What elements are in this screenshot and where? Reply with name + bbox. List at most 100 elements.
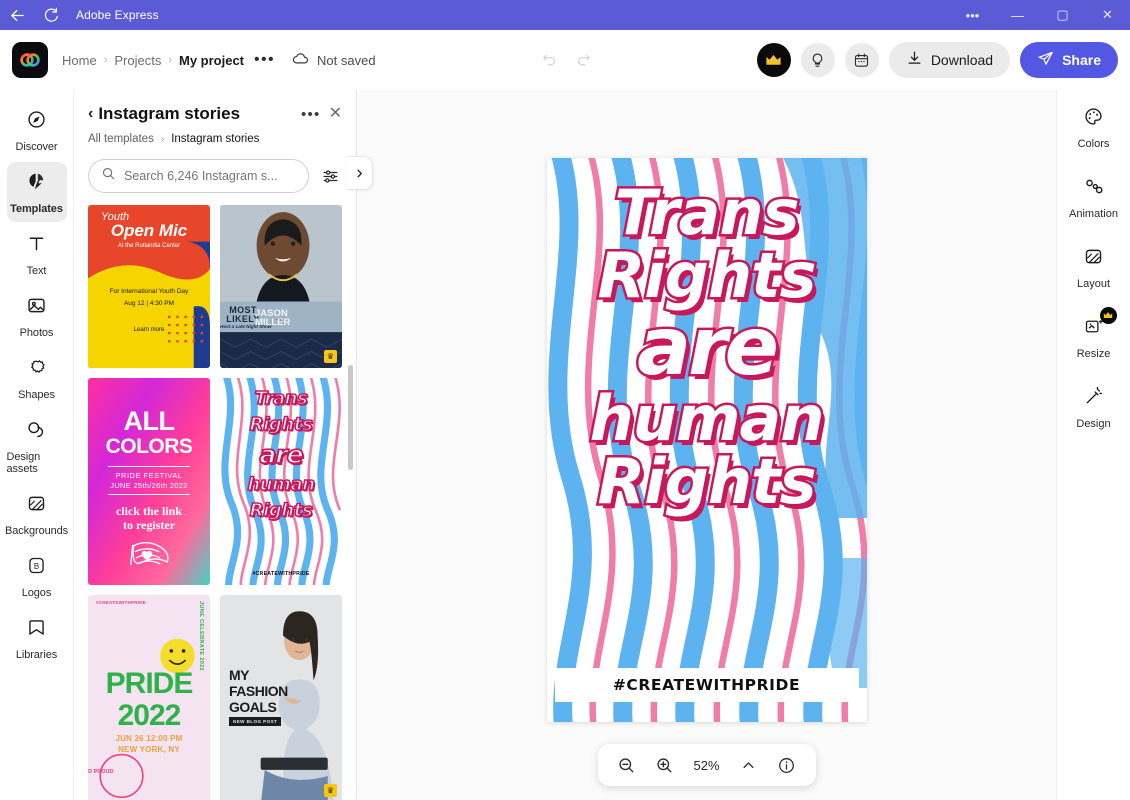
sidebar-item-shapes[interactable]: Shapes bbox=[7, 348, 67, 408]
premium-crown-button[interactable] bbox=[756, 43, 791, 77]
sidebar-label-logos: Logos bbox=[21, 587, 52, 599]
artwork-line-3: are bbox=[635, 300, 782, 394]
share-button[interactable]: Share bbox=[1020, 42, 1118, 78]
right-sidebar-item-animation[interactable]: Animation bbox=[1063, 170, 1125, 226]
breadcrumb-current-project[interactable]: My project bbox=[179, 53, 244, 68]
svg-text:B: B bbox=[34, 562, 39, 571]
template-text: JUNE 25th/26th 2022 bbox=[110, 481, 188, 490]
palette-icon bbox=[1083, 106, 1104, 132]
sidebar-item-photos[interactable]: Photos bbox=[7, 286, 67, 346]
templates-grid-wrapper: Youth Open Mic At the Rutlandia Center F… bbox=[74, 193, 356, 800]
right-sidebar-item-resize[interactable]: Resize bbox=[1063, 307, 1125, 366]
panel-close-button[interactable]: ✕ bbox=[329, 106, 342, 122]
template-text: For International Youth Day bbox=[109, 288, 189, 295]
search-box[interactable] bbox=[88, 159, 309, 193]
panel-more-button[interactable]: ••• bbox=[301, 106, 321, 123]
app-body: Discover Templates Text Photos Shapes De… bbox=[0, 90, 1130, 800]
artboard[interactable]: Trans Rights are human Rights #CREATEWIT… bbox=[546, 158, 867, 722]
cloud-icon bbox=[291, 49, 310, 71]
window-close-button[interactable]: ✕ bbox=[1085, 0, 1130, 30]
right-sidebar-item-design[interactable]: Design bbox=[1063, 380, 1125, 436]
info-icon[interactable] bbox=[776, 754, 798, 776]
search-input[interactable] bbox=[124, 169, 296, 183]
template-card-most-likely[interactable]: MOST LIKELY to Host a Late Night Show → … bbox=[220, 205, 342, 368]
right-sidebar-item-layout[interactable]: Layout bbox=[1063, 240, 1125, 296]
compass-icon bbox=[26, 109, 47, 135]
template-card-all-colors[interactable]: ALL COLORS PRIDE FESTIVAL JUNE 25th/26th… bbox=[88, 378, 210, 585]
sidebar-item-templates[interactable]: Templates bbox=[6, 162, 67, 222]
window-maximize-button[interactable]: ▢ bbox=[1040, 0, 1085, 30]
template-text: LOUD PROUD bbox=[88, 769, 114, 775]
templates-icon bbox=[26, 171, 47, 197]
calendar-schedule-button[interactable] bbox=[844, 43, 879, 77]
panel-expand-button[interactable] bbox=[347, 156, 373, 190]
template-text: Learn more bbox=[133, 327, 165, 333]
redo-icon[interactable] bbox=[570, 46, 598, 74]
adobe-express-window: Adobe Express ••• — ▢ ✕ Home › Projects … bbox=[0, 0, 1130, 800]
artwork-tagline: #CREATEWITHPRIDE bbox=[612, 676, 801, 694]
breadcrumb-separator: › bbox=[168, 54, 172, 66]
window-minimize-button[interactable]: — bbox=[995, 0, 1040, 30]
window-titlebar: Adobe Express ••• — ▢ ✕ bbox=[0, 0, 1130, 30]
template-text: At the Rutlandia Center bbox=[117, 243, 181, 249]
template-text: Rights bbox=[249, 499, 314, 522]
undo-icon[interactable] bbox=[536, 46, 564, 74]
chevron-up-icon[interactable] bbox=[738, 754, 760, 776]
breadcrumb-home[interactable]: Home bbox=[62, 53, 97, 68]
sidebar-item-design-assets[interactable]: Design assets bbox=[7, 410, 67, 482]
zoom-toolbar: 52% bbox=[597, 744, 816, 786]
template-card-youth-open-mic[interactable]: Youth Open Mic At the Rutlandia Center F… bbox=[88, 205, 210, 368]
download-label: Download bbox=[930, 52, 994, 68]
backgrounds-icon bbox=[26, 493, 47, 519]
libraries-icon bbox=[26, 617, 47, 643]
sidebar-item-backgrounds[interactable]: Backgrounds bbox=[5, 484, 68, 544]
sidebar-label-photos: Photos bbox=[19, 327, 54, 339]
canvas-area[interactable]: Trans Rights are human Rights #CREATEWIT… bbox=[357, 90, 1056, 800]
breadcrumb-separator: › bbox=[103, 54, 108, 66]
text-icon bbox=[26, 233, 47, 259]
sidebar-item-logos[interactable]: B Logos bbox=[7, 546, 67, 606]
divider bbox=[108, 466, 190, 467]
filter-sliders-icon[interactable] bbox=[318, 164, 342, 188]
template-text: human bbox=[247, 473, 316, 496]
right-sidebar-item-colors[interactable]: Colors bbox=[1063, 100, 1125, 156]
chevron-left-icon[interactable]: ‹ bbox=[88, 105, 93, 123]
sidebar-item-discover[interactable]: Discover bbox=[7, 100, 67, 160]
download-button[interactable]: Download bbox=[888, 42, 1011, 78]
divider bbox=[108, 494, 190, 495]
shapes-icon bbox=[26, 357, 47, 383]
template-text: MY bbox=[229, 667, 250, 683]
ideas-lightbulb-button[interactable] bbox=[800, 43, 835, 77]
panel-search-row bbox=[88, 159, 342, 193]
back-arrow-icon[interactable] bbox=[0, 0, 34, 30]
template-card-trans-rights[interactable]: Trans Rights are human Rights #CREATEWIT… bbox=[220, 378, 342, 585]
template-text: PRIDE bbox=[105, 667, 194, 700]
window-title: Adobe Express bbox=[76, 8, 159, 22]
template-text: are bbox=[259, 439, 305, 470]
zoom-level-value[interactable]: 52% bbox=[692, 758, 722, 773]
template-card-pride-2022[interactable]: #CREATEWITHPRIDE JUNE CELEBRATE 2022 PRI… bbox=[88, 595, 210, 800]
animation-icon bbox=[1083, 176, 1104, 202]
template-text: 2022 bbox=[117, 699, 182, 732]
save-status-text: Not saved bbox=[317, 52, 376, 68]
artwork-line-4: human bbox=[587, 381, 827, 455]
window-more-button[interactable]: ••• bbox=[950, 0, 995, 30]
template-text: #CREATEWITHPRIDE bbox=[252, 571, 310, 577]
sidebar-label-discover: Discover bbox=[15, 141, 58, 153]
right-sidebar: Colors Animation Layout Resize Design bbox=[1056, 90, 1130, 800]
artwork-line-1: Trans bbox=[612, 176, 802, 249]
premium-crown-badge bbox=[1099, 307, 1117, 324]
template-text: Open Mic bbox=[110, 221, 188, 240]
adobe-express-logo[interactable] bbox=[12, 42, 48, 78]
zoom-in-icon[interactable] bbox=[654, 754, 676, 776]
refresh-icon[interactable] bbox=[34, 0, 68, 30]
panel-breadcrumb-all-templates[interactable]: All templates bbox=[88, 133, 154, 145]
breadcrumb-projects[interactable]: Projects bbox=[114, 53, 161, 68]
sidebar-item-libraries[interactable]: Libraries bbox=[7, 608, 67, 668]
project-more-options-button[interactable]: ••• bbox=[250, 51, 279, 69]
zoom-out-icon[interactable] bbox=[616, 754, 638, 776]
sidebar-item-text[interactable]: Text bbox=[7, 224, 67, 284]
template-text: Aug 12 | 4:30 PM bbox=[123, 300, 175, 307]
template-card-my-fashion-goals[interactable]: MY FASHION GOALS NEW BLOG POST ♛ bbox=[220, 595, 342, 800]
template-text: PRIDE FESTIVAL bbox=[115, 471, 183, 480]
